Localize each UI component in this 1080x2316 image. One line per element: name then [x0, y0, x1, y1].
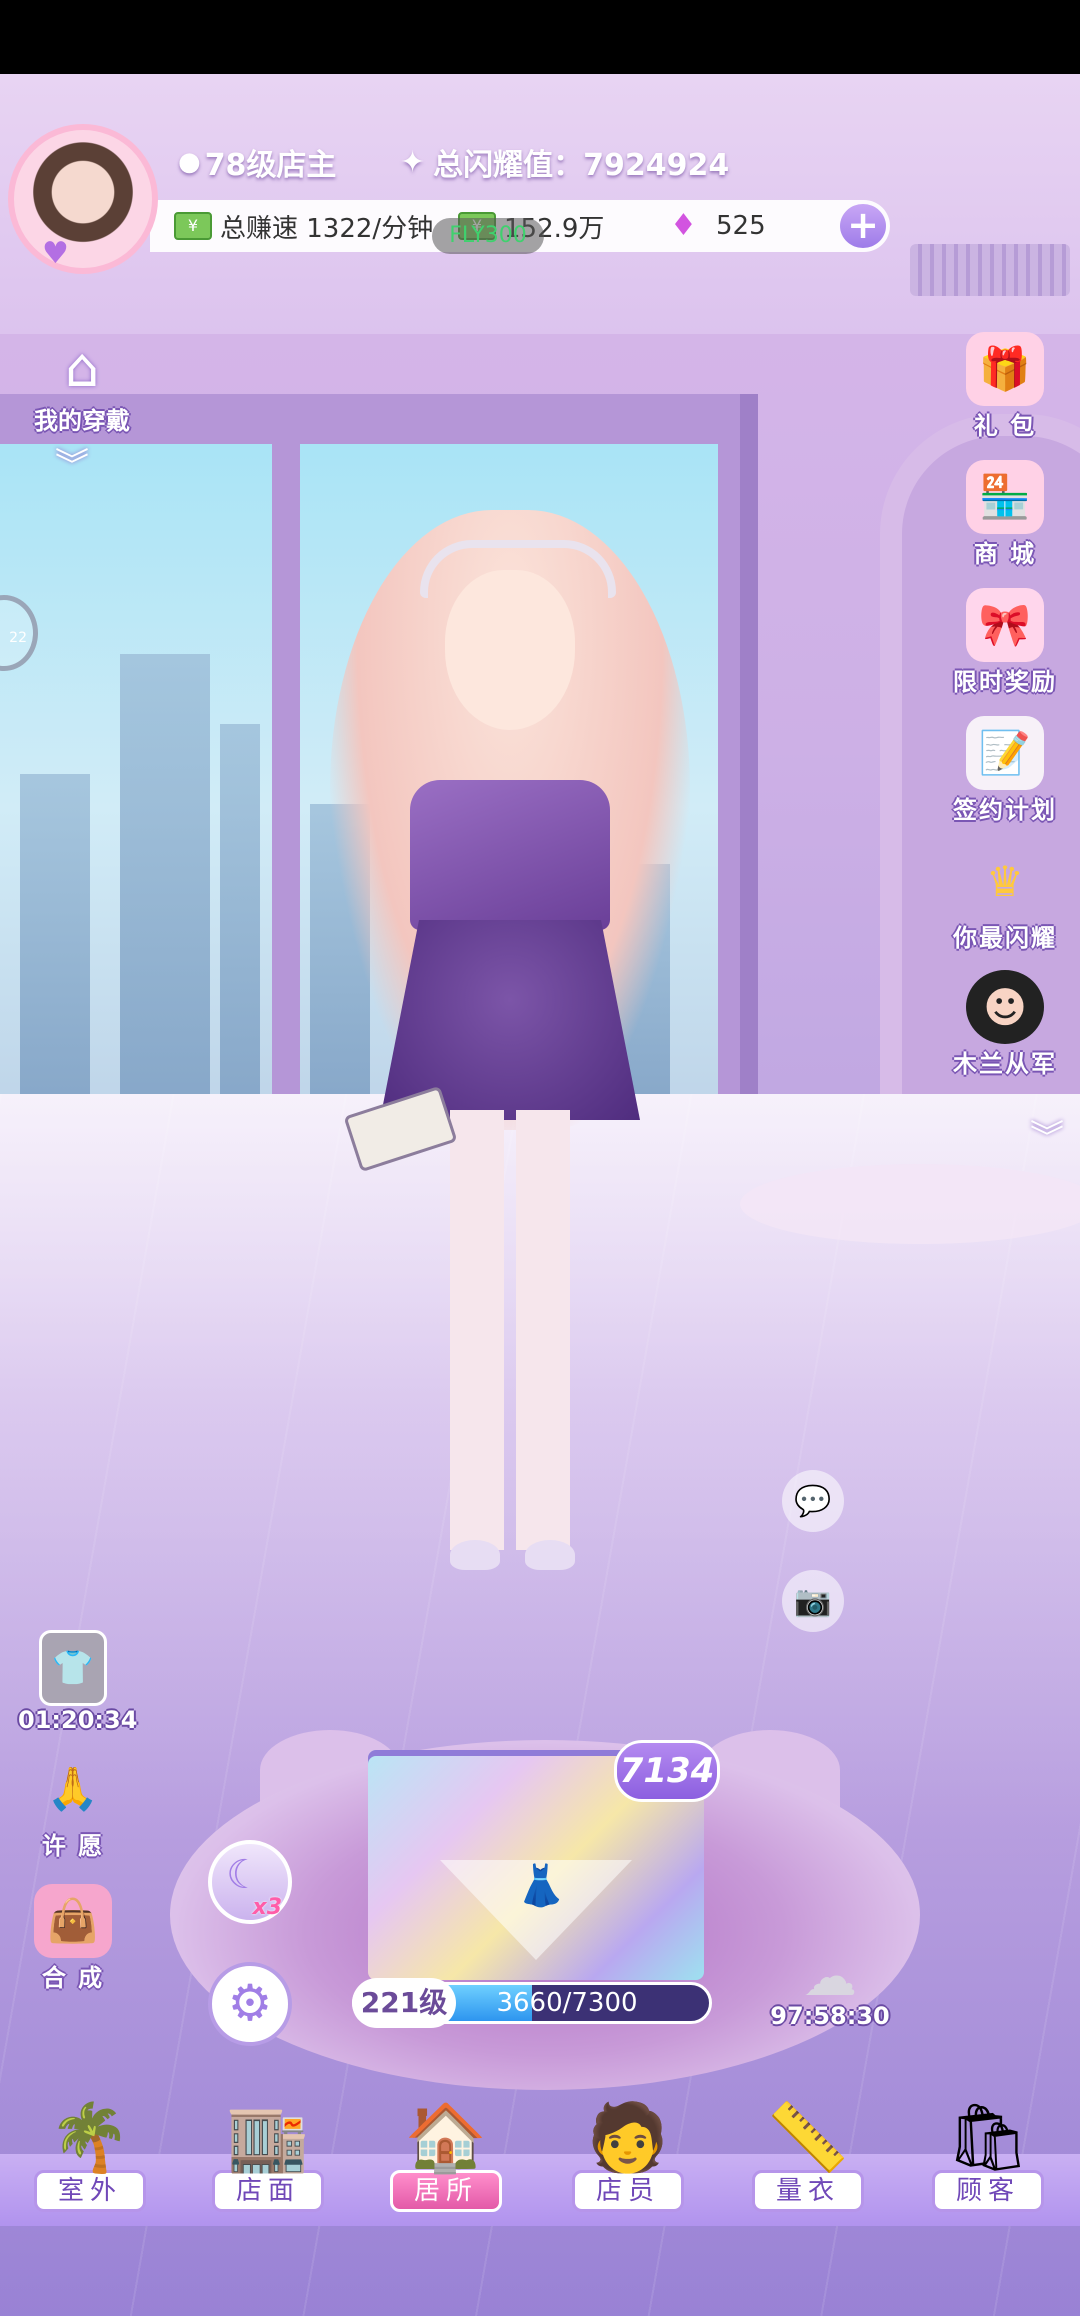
dress-icon: 👗 — [516, 1863, 566, 1909]
dressed-character[interactable] — [300, 480, 720, 1660]
multiplier-button[interactable]: ☾ x3 — [208, 1840, 292, 1924]
cloud-icon: ☁ — [803, 1945, 857, 2008]
air-vent — [910, 244, 1070, 296]
rug — [740, 1164, 1080, 1244]
storefront-icon: 🏬 — [226, 2099, 310, 2176]
clothing-timer-value: 01:20:34 — [18, 1706, 138, 1734]
mulan-event-label: 木兰从军 — [953, 1050, 1057, 1078]
chevron-down-icon[interactable]: ︾ — [1030, 1110, 1064, 1159]
camera-icon: 📷 — [794, 1583, 832, 1619]
character-shoe-right — [525, 1540, 575, 1570]
box-count-badge: 7134 — [614, 1740, 720, 1802]
most-shining-label: 你最闪耀 — [953, 924, 1057, 952]
nav-outdoor[interactable]: 🌴 室外 — [20, 2090, 160, 2212]
floating-text: FLY300 — [432, 218, 544, 254]
gift-icon: 🎁 — [966, 332, 1044, 406]
gift-pack-button[interactable]: 🎁 礼 包 — [950, 332, 1060, 441]
shirt-icon: 👕 — [39, 1630, 107, 1706]
house-icon: 🏠 — [404, 2099, 488, 2176]
camera-button[interactable]: 📷 — [782, 1570, 844, 1632]
limited-reward-label: 限时奖励 — [953, 668, 1057, 696]
hanger-icon: ⌂ — [64, 336, 100, 399]
praying-hands-icon: 🙏 — [46, 1764, 100, 1813]
combine-bag-icon: 👜 — [34, 1884, 112, 1958]
total-shine-value: 总闪耀值：7924924 — [433, 148, 730, 183]
wish-label: 许 愿 — [41, 1832, 105, 1860]
window-pane-left — [0, 444, 272, 1104]
diamond-icon: ♦ — [670, 208, 697, 243]
player-avatar[interactable] — [8, 124, 158, 274]
combine-button[interactable]: 👜 合 成 — [18, 1884, 128, 1993]
chat-bubble-icon: 💬 — [794, 1483, 832, 1519]
plus-icon: + — [847, 203, 879, 247]
nav-storefront[interactable]: 🏬 店面 — [198, 2090, 338, 2212]
cloud-timer-value: 97:58:30 — [770, 2002, 890, 2030]
gem-counter: ♦ 525 — [670, 208, 766, 243]
chevron-down-icon[interactable]: ︾ — [55, 438, 89, 487]
cloud-timer[interactable]: ☁ 97:58:30 — [770, 1945, 890, 2031]
mulan-avatar-icon: ☻ — [966, 970, 1044, 1044]
player-level: ● 78级店主 — [178, 140, 336, 184]
gear-icon: ⚙ — [227, 1974, 273, 2032]
moon-icon: ☾ — [226, 1852, 262, 1898]
shop-label: 商 城 — [973, 540, 1037, 568]
reward-box-icon: 🎀 — [966, 588, 1044, 662]
clerk-avatar-icon: 🧑 — [586, 2099, 670, 2176]
contract-plan-button[interactable]: 📝 签约计划 — [950, 716, 1060, 825]
character-tiara — [420, 540, 616, 598]
contract-icon: 📝 — [966, 716, 1044, 790]
multiplier-label: x3 — [252, 1895, 283, 1920]
add-gems-button[interactable]: + — [840, 204, 886, 248]
total-shine: ✦ 总闪耀值：7924924 — [400, 140, 729, 184]
contract-plan-label: 签约计划 — [953, 796, 1057, 824]
measuring-tape-icon: 📏 — [766, 2099, 850, 2176]
combine-label: 合 成 — [41, 1964, 105, 1992]
my-wardrobe-button[interactable]: ⌂ 我的穿戴 — [22, 335, 142, 436]
city-building — [20, 774, 90, 1104]
my-wardrobe-label: 我的穿戴 — [34, 407, 130, 435]
nav-measure[interactable]: 📏 量衣 — [738, 2090, 878, 2212]
crown-icon: ♛ — [986, 856, 1024, 906]
character-dress-skirt — [380, 920, 640, 1120]
player-level-label: 78级店主 — [204, 148, 337, 183]
city-building — [220, 724, 260, 1104]
box-level-tag: 221级 — [352, 1978, 456, 2028]
shop-button[interactable]: 🏪 商 城 — [950, 460, 1060, 569]
earn-rate: ¥ 总赚速 1322/分钟 — [174, 208, 433, 245]
gem-value: 525 — [716, 211, 766, 241]
earn-rate-value: 总赚速 1322/分钟 — [220, 213, 434, 244]
shop-icon: 🏪 — [966, 460, 1044, 534]
city-building — [120, 654, 210, 1104]
palm-tree-icon: 🌴 — [48, 2099, 132, 2176]
clothing-timer[interactable]: 👕 01:20:34 — [18, 1630, 138, 1734]
character-shoe-left — [450, 1540, 500, 1570]
person-icon: ● — [178, 147, 201, 177]
gift-pack-label: 礼 包 — [973, 412, 1037, 440]
character-clutch-bag — [343, 1085, 458, 1173]
edge-side-text: 22 — [9, 630, 27, 646]
heart-icon: ♥ — [42, 236, 69, 271]
nav-customer[interactable]: 🛍 顾客 — [918, 2090, 1058, 2212]
character-dress-bodice — [410, 780, 610, 930]
limited-reward-button[interactable]: 🎀 限时奖励 — [950, 588, 1060, 697]
shopping-bag-icon: 🛍 — [946, 2099, 1030, 2176]
settings-button[interactable]: ⚙ — [208, 1962, 292, 2046]
nav-clerk[interactable]: 🧑 店员 — [558, 2090, 698, 2212]
character-legs — [450, 1110, 570, 1550]
most-shining-button[interactable]: ♛ 你最闪耀 — [950, 844, 1060, 953]
chat-button[interactable]: 💬 — [782, 1470, 844, 1532]
wish-button[interactable]: 🙏 许 愿 — [18, 1752, 128, 1861]
nav-residence[interactable]: 🏠 居所 — [376, 2090, 516, 2212]
money-icon: ¥ — [174, 212, 212, 240]
mulan-event-button[interactable]: ☻ 木兰从军 — [950, 970, 1060, 1079]
sparkle-icon: ✦ — [400, 144, 426, 180]
